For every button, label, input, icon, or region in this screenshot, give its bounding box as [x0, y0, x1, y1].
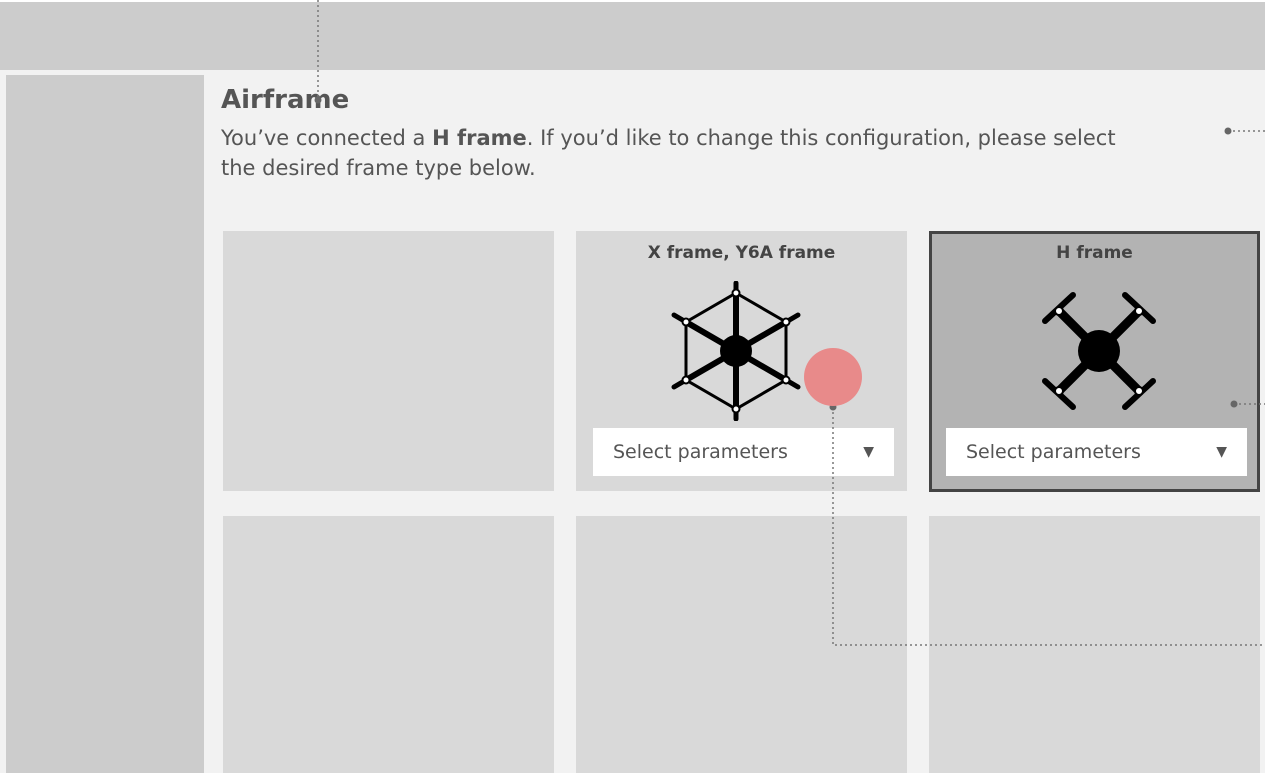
- frame-card-empty[interactable]: [929, 516, 1260, 773]
- description-line-2: the desired frame type below.: [221, 156, 536, 180]
- page-description: You’ve connected a H frame. If you’d lik…: [221, 123, 1265, 183]
- sidebar: [6, 75, 204, 773]
- frame-card-title: H frame: [1056, 243, 1133, 263]
- page-title: Airframe: [221, 85, 350, 115]
- description-prefix: You’ve connected a: [221, 126, 433, 150]
- top-bar-background: [0, 0, 1265, 2]
- top-bar: [0, 0, 1265, 70]
- select-parameters-label: Select parameters: [966, 441, 1141, 463]
- select-parameters-label: Select parameters: [613, 441, 788, 463]
- main-content: Airframe You’ve connected a H frame. If …: [204, 75, 1265, 773]
- caret-down-icon: ▼: [1216, 444, 1227, 460]
- select-parameters-dropdown[interactable]: Select parameters ▼: [946, 428, 1247, 476]
- select-parameters-dropdown[interactable]: Select parameters ▼: [593, 428, 894, 476]
- hexacopter-icon: [671, 281, 801, 421]
- frame-card-empty[interactable]: [576, 516, 907, 773]
- frame-card-x-y6a[interactable]: X frame, Y6A frame Select parameters ▼: [576, 231, 907, 491]
- frame-card-empty[interactable]: [223, 516, 554, 773]
- current-frame-name: H frame: [432, 126, 527, 150]
- quadcopter-icon: [1042, 292, 1156, 410]
- frame-card-empty[interactable]: [223, 231, 554, 491]
- caret-down-icon: ▼: [863, 444, 874, 460]
- frame-card-h-frame[interactable]: H frame Select parameters ▼: [929, 231, 1260, 492]
- frame-card-title: X frame, Y6A frame: [647, 243, 836, 263]
- description-suffix: . If you’d like to change this configura…: [526, 126, 1116, 150]
